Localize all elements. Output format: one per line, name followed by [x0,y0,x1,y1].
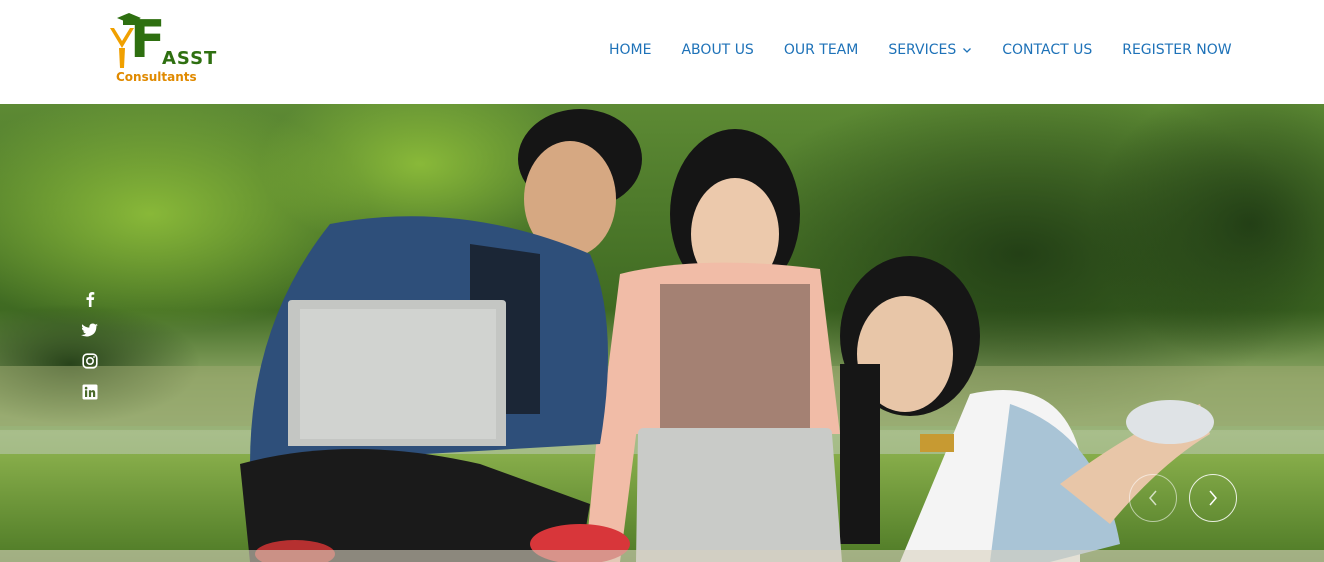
slider-next-button[interactable] [1189,474,1237,522]
logo-name: ASST [162,48,218,69]
linkedin-icon[interactable] [80,382,100,402]
twitter-icon[interactable] [80,320,100,340]
nav-contact-us-label: CONTACT US [1002,42,1093,58]
facebook-icon[interactable] [80,289,100,309]
slider-prev-button[interactable] [1129,474,1177,522]
nav-register-now-label: REGISTER NOW [1122,42,1232,58]
logo-letter: F [130,10,166,70]
nav-register-now[interactable]: REGISTER NOW [1122,40,1231,60]
site-header: F ASST Consultants HOME ABOUT US OUR TEA… [0,0,1324,104]
chevron-right-icon [1209,490,1217,506]
nav-services-label: SERVICES [888,42,957,58]
nav-contact-us[interactable]: CONTACT US [1002,40,1092,60]
nav-about-us-label: ABOUT US [681,42,754,58]
instagram-icon[interactable] [80,351,100,371]
chevron-left-icon [1149,490,1157,506]
nav-services[interactable]: SERVICES [888,40,972,60]
nav-home-label: HOME [609,42,652,58]
nav-home[interactable]: HOME [609,40,651,60]
chevron-down-icon [963,48,972,53]
logo-subtitle: Consultants [116,70,197,84]
nav-about-us[interactable]: ABOUT US [681,40,753,60]
hero-slider [0,104,1324,562]
hero-image [0,104,1324,562]
site-logo[interactable]: F ASST Consultants [104,10,218,90]
nav-our-team-label: OUR TEAM [783,42,859,58]
social-links [80,289,100,402]
page: F ASST Consultants HOME ABOUT US OUR TEA… [0,0,1324,562]
main-nav: HOME ABOUT US OUR TEAM SERVICES CONTACT … [609,40,1232,60]
nav-our-team[interactable]: OUR TEAM [784,40,859,60]
